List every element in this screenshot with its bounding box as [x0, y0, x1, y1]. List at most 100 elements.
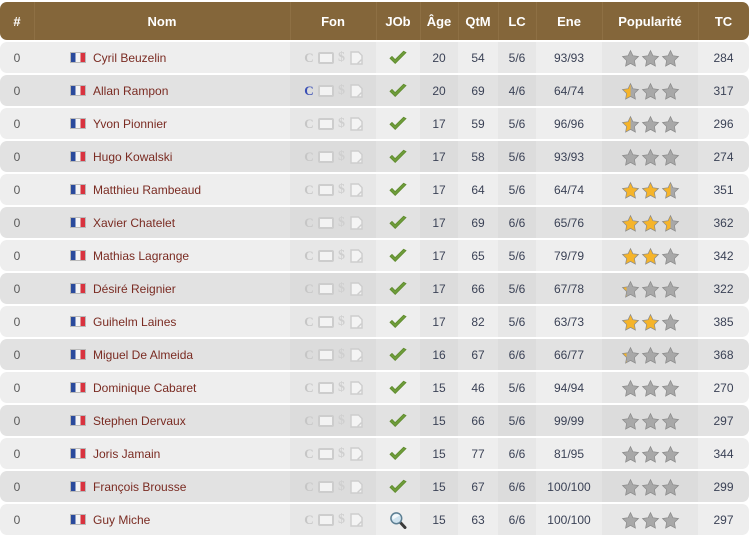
- player-name-link[interactable]: Yvon Pionnier: [93, 117, 167, 131]
- letter-c-icon[interactable]: C: [304, 51, 315, 64]
- document-edit-icon[interactable]: [349, 248, 363, 263]
- card-icon[interactable]: [317, 117, 334, 130]
- table-row[interactable]: 0 Stephen Dervaux C $15 66 5/6 99/99 297: [0, 405, 749, 436]
- document-edit-icon[interactable]: [349, 50, 363, 65]
- dollar-icon[interactable]: $: [337, 149, 347, 164]
- table-row[interactable]: 0 Xavier Chatelet C $17 69 6/6 65/76 362: [0, 207, 749, 238]
- player-name-link[interactable]: Allan Rampon: [93, 84, 168, 98]
- column-header-lc[interactable]: LC: [498, 2, 536, 40]
- dollar-icon[interactable]: $: [337, 83, 347, 98]
- document-edit-icon[interactable]: [349, 479, 363, 494]
- document-edit-icon[interactable]: [349, 413, 363, 428]
- document-edit-icon[interactable]: [349, 149, 363, 164]
- letter-c-icon[interactable]: C: [304, 315, 315, 328]
- column-header-job[interactable]: JOb: [376, 2, 420, 40]
- table-row[interactable]: 0 Miguel De Almeida C $16 67 6/6 66/77 368: [0, 339, 749, 370]
- player-name-link[interactable]: Matthieu Rambeaud: [93, 183, 201, 197]
- table-row[interactable]: 0 Désiré Reignier C $17 66 5/6 67/78 322: [0, 273, 749, 304]
- dollar-icon[interactable]: $: [337, 281, 347, 296]
- player-name-link[interactable]: Xavier Chatelet: [93, 216, 175, 230]
- green-check-icon[interactable]: [388, 50, 408, 66]
- document-edit-icon[interactable]: [349, 347, 363, 362]
- card-icon[interactable]: [317, 447, 334, 460]
- green-check-icon[interactable]: [388, 446, 408, 462]
- dollar-icon[interactable]: $: [337, 116, 347, 131]
- column-header-ene[interactable]: Ene: [536, 2, 602, 40]
- document-edit-icon[interactable]: [349, 281, 363, 296]
- letter-c-icon[interactable]: C: [304, 381, 315, 394]
- card-icon[interactable]: [317, 315, 334, 328]
- column-header-qtm[interactable]: QtM: [458, 2, 498, 40]
- letter-c-icon[interactable]: C: [304, 150, 315, 163]
- green-check-icon[interactable]: [388, 314, 408, 330]
- column-header-name[interactable]: Nom: [34, 2, 290, 40]
- table-row[interactable]: 0 François Brousse C $15 67 6/6 100/100 299: [0, 471, 749, 502]
- dollar-icon[interactable]: $: [337, 50, 347, 65]
- dollar-icon[interactable]: $: [337, 314, 347, 329]
- player-name-link[interactable]: Mathias Lagrange: [93, 249, 189, 263]
- dollar-icon[interactable]: $: [337, 248, 347, 263]
- card-icon[interactable]: [317, 150, 334, 163]
- green-check-icon[interactable]: [388, 380, 408, 396]
- document-edit-icon[interactable]: [349, 116, 363, 131]
- dollar-icon[interactable]: $: [337, 182, 347, 197]
- green-check-icon[interactable]: [388, 149, 408, 165]
- dollar-icon[interactable]: $: [337, 479, 347, 494]
- green-check-icon[interactable]: [388, 248, 408, 264]
- table-row[interactable]: 0 Yvon Pionnier C $17 59 5/6 96/96 296: [0, 108, 749, 139]
- document-edit-icon[interactable]: [349, 83, 363, 98]
- table-row[interactable]: 0 Allan Rampon C $20 69 4/6 64/74 317: [0, 75, 749, 106]
- magnifier-icon[interactable]: [389, 511, 407, 529]
- dollar-icon[interactable]: $: [337, 512, 347, 527]
- card-icon[interactable]: [317, 480, 334, 493]
- letter-c-icon[interactable]: C: [304, 216, 315, 229]
- card-icon[interactable]: [317, 249, 334, 262]
- green-check-icon[interactable]: [388, 182, 408, 198]
- table-row[interactable]: 0 Hugo Kowalski C $17 58 5/6 93/93 274: [0, 141, 749, 172]
- player-name-link[interactable]: Désiré Reignier: [93, 282, 176, 296]
- player-name-link[interactable]: Guihelm Laines: [93, 315, 176, 329]
- table-row[interactable]: 0 Joris Jamain C $15 77 6/6 81/95 344: [0, 438, 749, 469]
- green-check-icon[interactable]: [388, 413, 408, 429]
- player-name-link[interactable]: François Brousse: [93, 480, 186, 494]
- letter-c-icon[interactable]: C: [304, 183, 315, 196]
- letter-c-icon[interactable]: C: [304, 84, 315, 97]
- document-edit-icon[interactable]: [349, 215, 363, 230]
- dollar-icon[interactable]: $: [337, 380, 347, 395]
- document-edit-icon[interactable]: [349, 182, 363, 197]
- column-header-age[interactable]: Âge: [420, 2, 458, 40]
- player-name-link[interactable]: Joris Jamain: [93, 447, 160, 461]
- letter-c-icon[interactable]: C: [304, 480, 315, 493]
- green-check-icon[interactable]: [388, 479, 408, 495]
- player-name-link[interactable]: Dominique Cabaret: [93, 381, 196, 395]
- card-icon[interactable]: [317, 381, 334, 394]
- card-icon[interactable]: [317, 282, 334, 295]
- document-edit-icon[interactable]: [349, 512, 363, 527]
- card-icon[interactable]: [317, 348, 334, 361]
- player-name-link[interactable]: Guy Miche: [93, 513, 150, 527]
- document-edit-icon[interactable]: [349, 314, 363, 329]
- card-icon[interactable]: [317, 414, 334, 427]
- table-row[interactable]: 0 Matthieu Rambeaud C $17 64 5/6 64/74 351: [0, 174, 749, 205]
- player-name-link[interactable]: Cyril Beuzelin: [93, 51, 166, 65]
- letter-c-icon[interactable]: C: [304, 249, 315, 262]
- letter-c-icon[interactable]: C: [304, 447, 315, 460]
- letter-c-icon[interactable]: C: [304, 513, 315, 526]
- letter-c-icon[interactable]: C: [304, 348, 315, 361]
- player-name-link[interactable]: Stephen Dervaux: [93, 414, 186, 428]
- dollar-icon[interactable]: $: [337, 446, 347, 461]
- table-row[interactable]: 0 Guy Miche C $15 63 6/6 100/100 297: [0, 504, 749, 535]
- letter-c-icon[interactable]: C: [304, 117, 315, 130]
- card-icon[interactable]: [317, 84, 334, 97]
- card-icon[interactable]: [317, 51, 334, 64]
- letter-c-icon[interactable]: C: [304, 414, 315, 427]
- green-check-icon[interactable]: [388, 83, 408, 99]
- dollar-icon[interactable]: $: [337, 413, 347, 428]
- column-header-fon[interactable]: Fon: [290, 2, 376, 40]
- letter-c-icon[interactable]: C: [304, 282, 315, 295]
- green-check-icon[interactable]: [388, 116, 408, 132]
- green-check-icon[interactable]: [388, 215, 408, 231]
- document-edit-icon[interactable]: [349, 446, 363, 461]
- player-name-link[interactable]: Miguel De Almeida: [93, 348, 193, 362]
- card-icon[interactable]: [317, 216, 334, 229]
